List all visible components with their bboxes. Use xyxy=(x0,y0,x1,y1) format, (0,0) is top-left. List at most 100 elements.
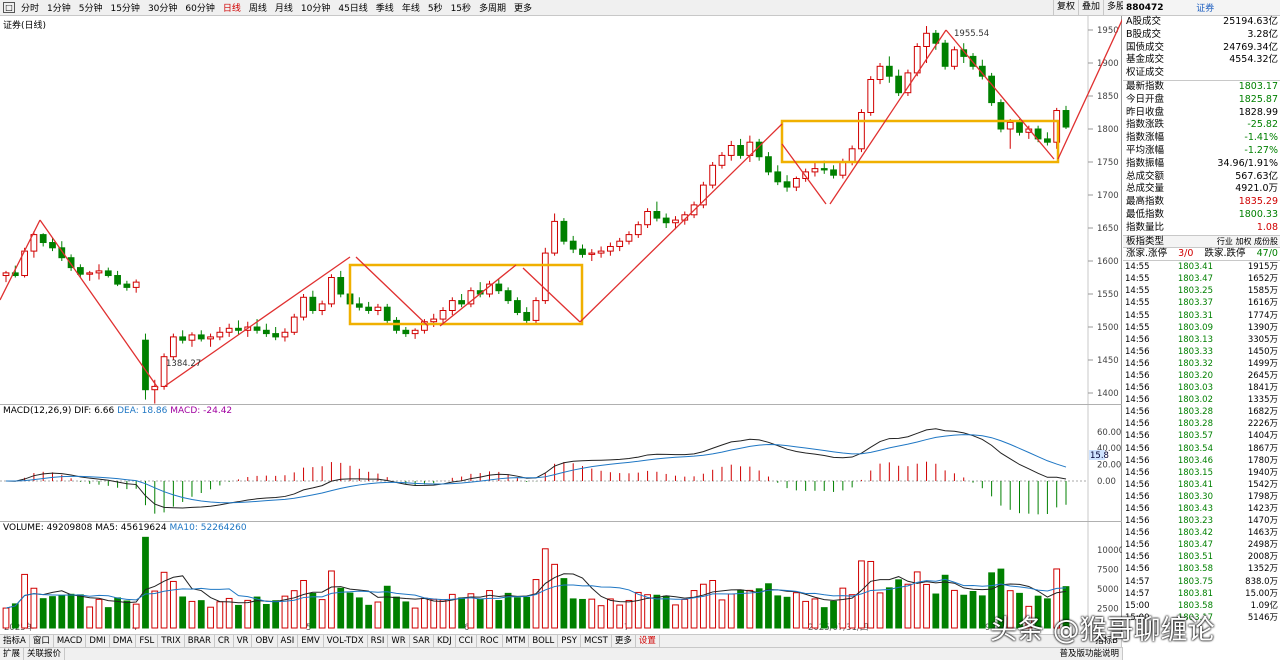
indicator-tab[interactable]: 更多 xyxy=(612,635,636,647)
volume-bar xyxy=(421,597,428,629)
macd-current-value: 15.8 xyxy=(1090,451,1109,461)
help-label[interactable]: 普及版功能说明 xyxy=(1056,648,1123,660)
candle-body xyxy=(114,275,121,285)
candle-body xyxy=(588,252,596,255)
stat-row: 昨日收盘 1828.99 xyxy=(1126,106,1278,118)
kline-chart[interactable]: 1950190018501800175017001650160015501500… xyxy=(0,16,1122,632)
tick-row: 14:55 1803.09 1390万 xyxy=(1125,322,1278,333)
candle-body xyxy=(830,169,837,176)
candle-body xyxy=(662,217,670,224)
volume-bar xyxy=(737,589,744,629)
summary-row: 权证成交 xyxy=(1126,67,1165,79)
volume-bar xyxy=(486,590,493,629)
indicator-tab[interactable]: SAR xyxy=(410,635,434,647)
indicator-tab[interactable]: 窗口 xyxy=(30,635,54,647)
candle-body xyxy=(820,168,828,171)
period-tab[interactable]: 日线 xyxy=(219,1,245,14)
indicator-tab[interactable]: CR xyxy=(215,635,234,647)
tick-row: 14:56 1803.13 3305万 xyxy=(1125,334,1278,345)
indicator-tab[interactable]: WR xyxy=(388,635,410,647)
trend-arrow xyxy=(781,143,827,205)
volume-bar xyxy=(616,604,624,629)
volume-bar xyxy=(49,596,56,629)
period-tab[interactable]: 1分钟 xyxy=(43,1,75,14)
candle-body xyxy=(997,102,1005,130)
candle-body xyxy=(514,300,521,313)
y-tick-label: 1600 xyxy=(1097,257,1119,267)
volume-bar xyxy=(476,598,484,629)
indicator-tab[interactable]: VOL-TDX xyxy=(324,635,368,647)
volume-bar xyxy=(662,595,670,629)
period-tab[interactable]: 周线 xyxy=(245,1,271,14)
period-tab[interactable]: 45日线 xyxy=(334,1,371,14)
period-tab[interactable]: 5分钟 xyxy=(75,1,107,14)
volume-bar xyxy=(169,580,177,629)
volume-bar xyxy=(690,590,698,629)
indicator-tab[interactable]: CCI xyxy=(456,635,477,647)
indicator-tab[interactable]: OBV xyxy=(252,635,278,647)
trend-arrow xyxy=(439,264,517,327)
tick-row: 14:56 1803.28 1682万 xyxy=(1125,407,1278,418)
indicator-tab[interactable]: ROC xyxy=(477,635,503,647)
indicator-tab[interactable]: MTM xyxy=(503,635,530,647)
volume-bar xyxy=(439,599,447,629)
indicator-tab[interactable]: PSY xyxy=(558,635,581,647)
tick-list[interactable]: 14:55 1803.41 1915万 14:55 1803.47 1652万 14:55 1… xyxy=(1123,260,1280,624)
tick-row: 14:56 1803.54 1867万 xyxy=(1125,443,1278,454)
peak-label: 1955.54 xyxy=(954,29,989,39)
indicator-tab[interactable]: 设置 xyxy=(636,635,660,647)
indicator-tab[interactable]: DMA xyxy=(110,635,137,647)
related-quote-button[interactable]: 关联报价 xyxy=(24,648,66,660)
stat-row: 指数涨跌 -25.82 xyxy=(1126,119,1278,131)
period-tab[interactable]: 5秒 xyxy=(424,1,447,14)
period-tab[interactable]: 10分钟 xyxy=(297,1,334,14)
period-tab[interactable]: 15秒 xyxy=(447,1,475,14)
indicator-tab[interactable]: RSI xyxy=(368,635,389,647)
indicator-tab[interactable]: EMV xyxy=(298,635,324,647)
volume-bar xyxy=(67,593,75,629)
volume-tick: 7500 xyxy=(1097,566,1119,576)
indicator-tab[interactable]: BOLL xyxy=(529,635,559,647)
period-tab[interactable]: 更多 xyxy=(510,1,536,14)
indicator-tab[interactable]: TRIX xyxy=(158,635,185,647)
period-tab[interactable]: 60分钟 xyxy=(181,1,218,14)
indicator-tab[interactable]: 指标A xyxy=(0,635,30,647)
indicator-tab[interactable]: MACD xyxy=(54,635,87,647)
toolbar-button[interactable]: 叠加 xyxy=(1078,0,1103,16)
indicator-tab[interactable]: VR xyxy=(234,635,253,647)
period-tab[interactable]: 季线 xyxy=(372,1,398,14)
toolbar-button[interactable]: 复权 xyxy=(1053,0,1078,16)
indicator-tab[interactable]: MCST xyxy=(581,635,612,647)
volume-bar xyxy=(430,598,438,629)
volume-bar xyxy=(197,600,205,629)
candle-body xyxy=(495,283,503,292)
y-tick-label: 1550 xyxy=(1097,290,1119,300)
trend-arrow xyxy=(355,256,429,327)
chart-area: 证券(日线) 1950 1900 1850 1800 1750 1700 1650 1600 1… xyxy=(0,16,1122,632)
volume-bar xyxy=(746,589,754,629)
expand-button[interactable]: 扩展 xyxy=(0,648,25,660)
period-tab[interactable]: 多周期 xyxy=(475,1,510,14)
volume-bar xyxy=(374,601,382,629)
y-tick-label: 1400 xyxy=(1097,389,1119,399)
period-tab[interactable]: 月线 xyxy=(271,1,297,14)
indicator-tab[interactable]: ASI xyxy=(278,635,299,647)
period-tab[interactable]: 15分钟 xyxy=(106,1,143,14)
advance-decline-row: 涨家.涨停 3/0 跌家.跌停 47/0 xyxy=(1123,247,1280,260)
y-tick-label: 1850 xyxy=(1097,92,1119,102)
period-tab[interactable]: 30分钟 xyxy=(144,1,181,14)
volume-bar xyxy=(923,583,930,629)
window-icon[interactable]: □ xyxy=(3,2,15,13)
volume-bar xyxy=(830,600,837,629)
indicator-tab[interactable]: FSL xyxy=(136,635,159,647)
volume-bar xyxy=(346,592,354,629)
candle-body xyxy=(876,65,884,80)
period-tab[interactable]: 年线 xyxy=(398,1,424,14)
indicator-tab[interactable]: DMI xyxy=(86,635,110,647)
candle-body xyxy=(448,300,456,312)
period-tab[interactable]: 分时 xyxy=(17,1,43,14)
indicator-tab[interactable]: KDJ xyxy=(434,635,456,647)
indicator-tab[interactable]: BRAR xyxy=(185,635,215,647)
candle-body xyxy=(58,247,66,259)
volume-bar xyxy=(811,598,819,629)
